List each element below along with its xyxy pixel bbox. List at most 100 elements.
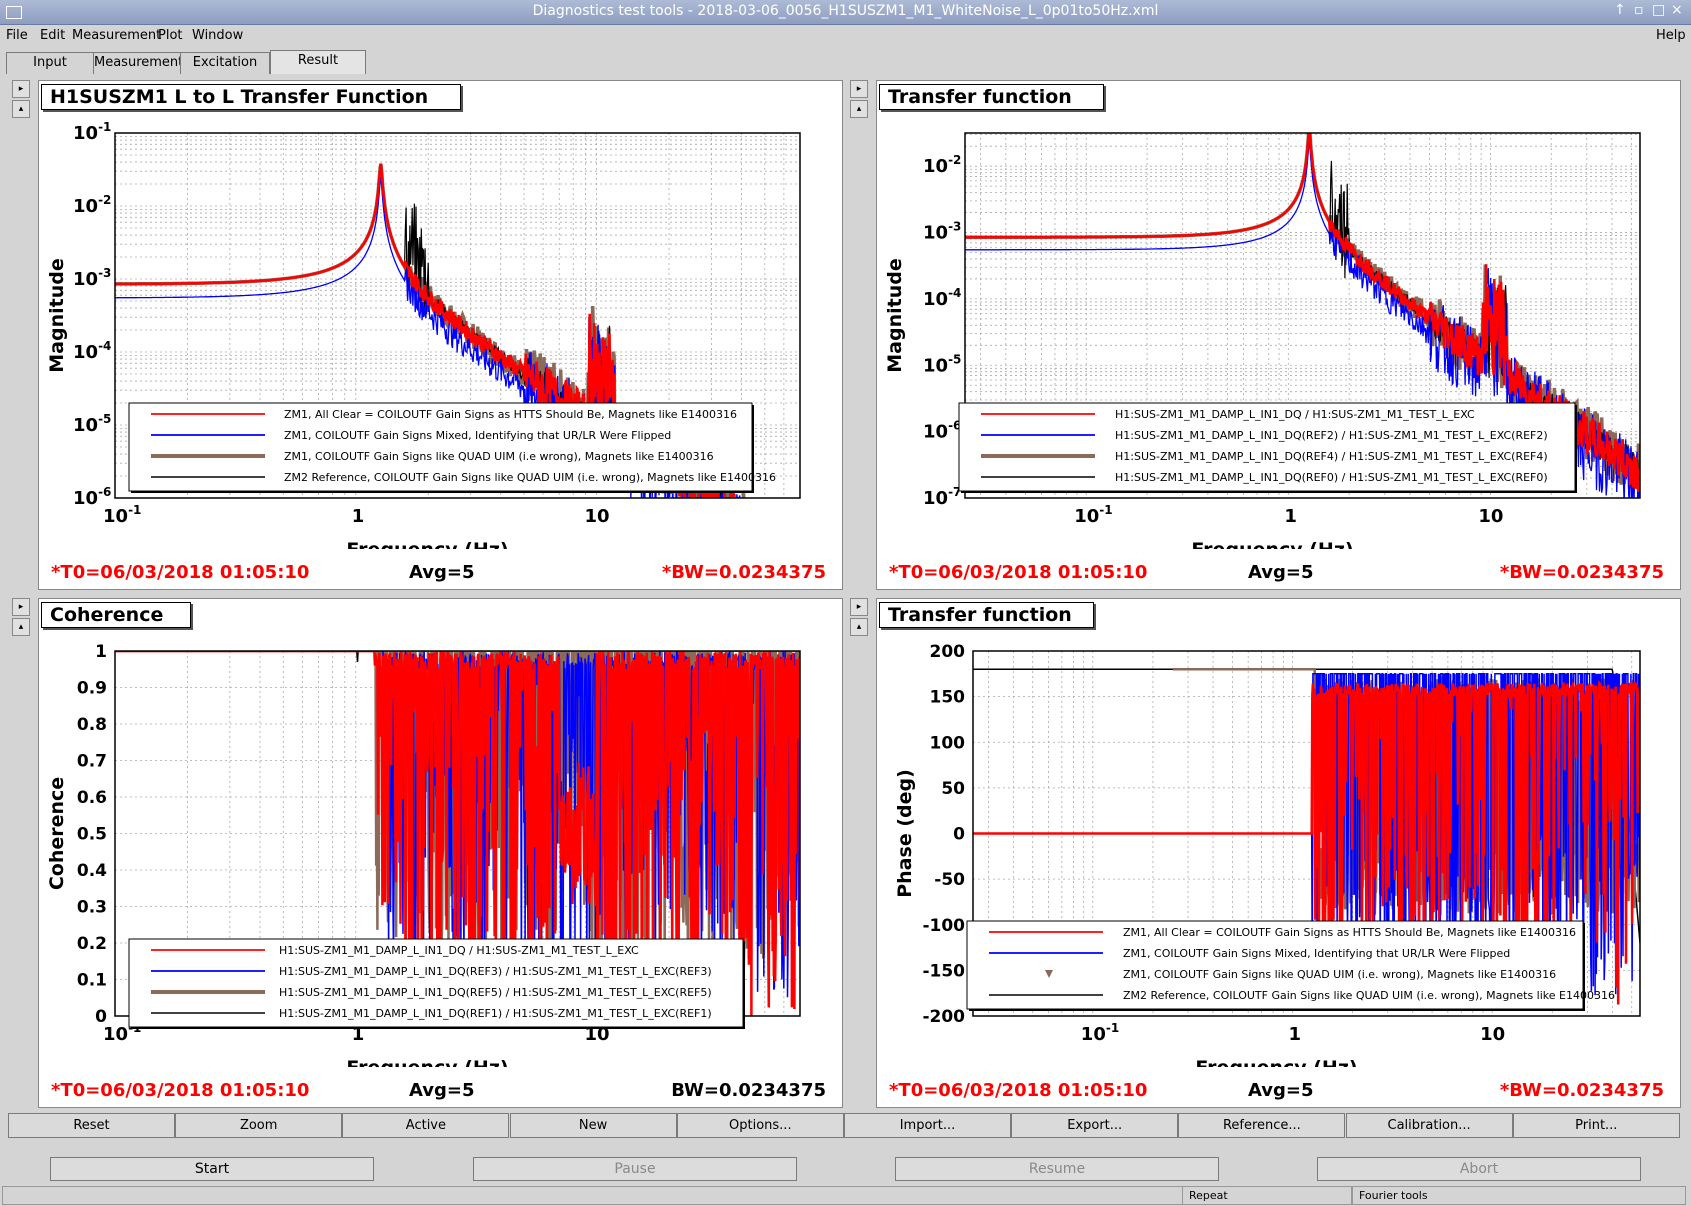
tab-excitation[interactable]: Excitation [180,52,270,74]
legend-entry: ZM1, COILOUTF Gain Signs like QUAD UIM (… [1123,968,1556,981]
legend-entry: ZM1, COILOUTF Gain Signs Mixed, Identify… [1123,947,1510,960]
plot-button-row: Reset Zoom Active New Options... Import... Exp… [8,1113,1680,1138]
y-tick-label: 10-7 [923,485,961,509]
status-repeat: Repeat [1182,1186,1352,1205]
close-icon[interactable]: × [1671,2,1683,18]
tab-input[interactable]: Input [6,52,94,74]
new-button[interactable]: New [509,1113,677,1138]
legend-entry: H1:SUS-ZM1_M1_DAMP_L_IN1_DQ(REF5) / H1:S… [279,986,712,999]
tab-bar: Input Measurement Excitation Result [0,50,1691,74]
avg-label: Avg=5 [409,1080,475,1101]
y-tick-label: 10-6 [923,419,961,443]
legend-entry: ZM2 Reference, COILOUTF Gain Signs like … [1123,989,1615,1002]
y-tick-label: 0.8 [77,715,107,735]
reference-button[interactable]: Reference... [1178,1113,1346,1138]
menu-file[interactable]: File [6,28,28,43]
legend-entry: ZM1, All Clear = COILOUTF Gain Signs as … [1123,926,1576,939]
export-button[interactable]: Export... [1011,1113,1179,1138]
plot-panel-3[interactable]: Coherence10-111010.90.80.70.60.50.40.30.… [38,598,843,1108]
menu-window[interactable]: Window [192,28,243,43]
calibration-button[interactable]: Calibration... [1345,1113,1513,1138]
menu-help[interactable]: Help [1656,28,1686,43]
legend: ZM1, All Clear = COILOUTF Gain Signs as … [966,920,1615,1011]
x-tick-label: 10 [585,506,610,527]
y-tick-label: 10-5 [923,352,961,376]
plot-panel-1[interactable]: H1SUSZM1 L to L Transfer Function 10-1 1 10… [38,80,843,590]
abort-button[interactable]: Abort [1317,1157,1641,1181]
y-tick-label: 10-3 [73,266,111,290]
t0-label: *T0=06/03/2018 01:05:10 [51,562,310,583]
collapse-arrow-icon[interactable]: ▴ [850,618,868,636]
legend-entry: ZM2 Reference, COILOUTF Gain Signs like … [284,471,776,484]
collapse-arrow-icon[interactable]: ▴ [12,100,30,118]
y-tick-label: -50 [934,870,965,890]
t0-label: *T0=06/03/2018 01:05:10 [889,562,1148,583]
menu-plot[interactable]: Plot [158,28,183,43]
y-tick-label: 10-3 [923,220,961,244]
y-tick-label: 10-5 [73,412,111,436]
window-title: Diagnostics test tools - 2018-03-06_0056… [532,3,1159,19]
plot-panel-4[interactable]: Transfer function 10-1 1 10 200 150 100 50 0 -50-… [876,598,1681,1108]
pause-button[interactable]: Pause [473,1157,797,1181]
zoom-button[interactable]: Zoom [175,1113,343,1138]
legend: ZM1, All Clear = COILOUTF Gain Signs as … [128,402,776,493]
status-tool: Fourier tools [1352,1186,1686,1205]
x-axis-label: Frequency (Hz) [346,539,508,549]
plot-panel-2[interactable]: Transfer function 10-1 1 10 10-2 10-3 10-4 10-5… [876,80,1681,590]
y-tick-label: -150 [922,961,965,981]
x-tick-label: 10 [1480,1024,1505,1045]
y-tick-label: 10-4 [73,339,111,363]
bw-label: *BW=0.0234375 [1499,1080,1664,1101]
expand-arrow-icon[interactable]: ▸ [12,598,30,616]
bw-label: *BW=0.0234375 [1499,562,1664,583]
bw-label: BW=0.0234375 [671,1080,826,1101]
restore-icon[interactable]: ▫ [1634,2,1644,18]
reset-button[interactable]: Reset [8,1113,175,1138]
print-button[interactable]: Print... [1512,1113,1680,1138]
y-tick-label: -100 [922,916,965,936]
active-button[interactable]: Active [342,1113,510,1138]
bw-label: *BW=0.0234375 [661,562,826,583]
x-tick-label: 10-1 [1081,1021,1119,1045]
status-bar: Repeat Fourier tools [0,1184,1691,1206]
legend-entry: ZM1, COILOUTF Gain Signs Mixed, Identify… [284,429,671,442]
menu-measurement[interactable]: Measurement [72,28,161,43]
plot-canvas[interactable]: 10-111010-110-210-310-410-510-6Frequency… [39,81,842,549]
expand-arrow-icon[interactable]: ▸ [850,80,868,98]
legend-entry: H1:SUS-ZM1_M1_DAMP_L_IN1_DQ(REF3) / H1:S… [279,965,712,978]
collapse-arrow-icon[interactable]: ▴ [12,618,30,636]
x-tick-label: 1 [1288,1024,1301,1045]
menu-edit[interactable]: Edit [40,28,65,43]
tab-result[interactable]: Result [270,50,366,74]
y-tick-label: 0.9 [77,679,107,699]
legend-entry: H1:SUS-ZM1_M1_DAMP_L_IN1_DQ(REF4) / H1:S… [1115,450,1548,463]
y-tick-label: 10-2 [923,153,961,177]
maximize-icon[interactable]: □ [1652,2,1665,18]
plot-canvas[interactable]: 10-1 1 10 200 150 100 50 0 -50 -100 -150 -200 Freque… [877,599,1680,1067]
import-button[interactable]: Import... [844,1113,1011,1138]
legend-entry: H1:SUS-ZM1_M1_DAMP_L_IN1_DQ(REF2) / H1:S… [1115,429,1548,442]
y-tick-label: 0.2 [77,934,107,954]
y-tick-label: -200 [922,1007,965,1027]
y-tick-label: 0.7 [77,752,107,772]
avg-label: Avg=5 [1248,1080,1314,1101]
plot-canvas[interactable]: 10-111010.90.80.70.60.50.40.30.20.10Freq… [39,599,842,1067]
plot-canvas[interactable]: 10-1 1 10 10-2 10-3 10-4 10-5 10-6 10-7 Frequency… [877,81,1680,549]
x-axis-label: Frequency (Hz) [1191,539,1353,549]
resume-button[interactable]: Resume [895,1157,1219,1181]
y-tick-label: 0 [953,825,965,845]
minimize-icon[interactable]: ↑ [1614,2,1626,18]
y-tick-label: 50 [941,779,965,799]
expand-arrow-icon[interactable]: ▸ [850,598,868,616]
legend-entry: H1:SUS-ZM1_M1_DAMP_L_IN1_DQ(REF1) / H1:S… [279,1007,712,1020]
y-tick-label: 10-2 [73,193,111,217]
y-axis-label: Phase (deg) [894,769,916,898]
collapse-arrow-icon[interactable]: ▴ [850,100,868,118]
avg-label: Avg=5 [409,562,475,583]
tab-measurement[interactable]: Measurement [93,52,183,74]
start-button[interactable]: Start [50,1157,374,1181]
x-tick-label: 10 [1478,506,1503,527]
expand-arrow-icon[interactable]: ▸ [12,80,30,98]
options-button[interactable]: Options... [676,1113,844,1138]
y-axis-label: Coherence [46,777,68,890]
